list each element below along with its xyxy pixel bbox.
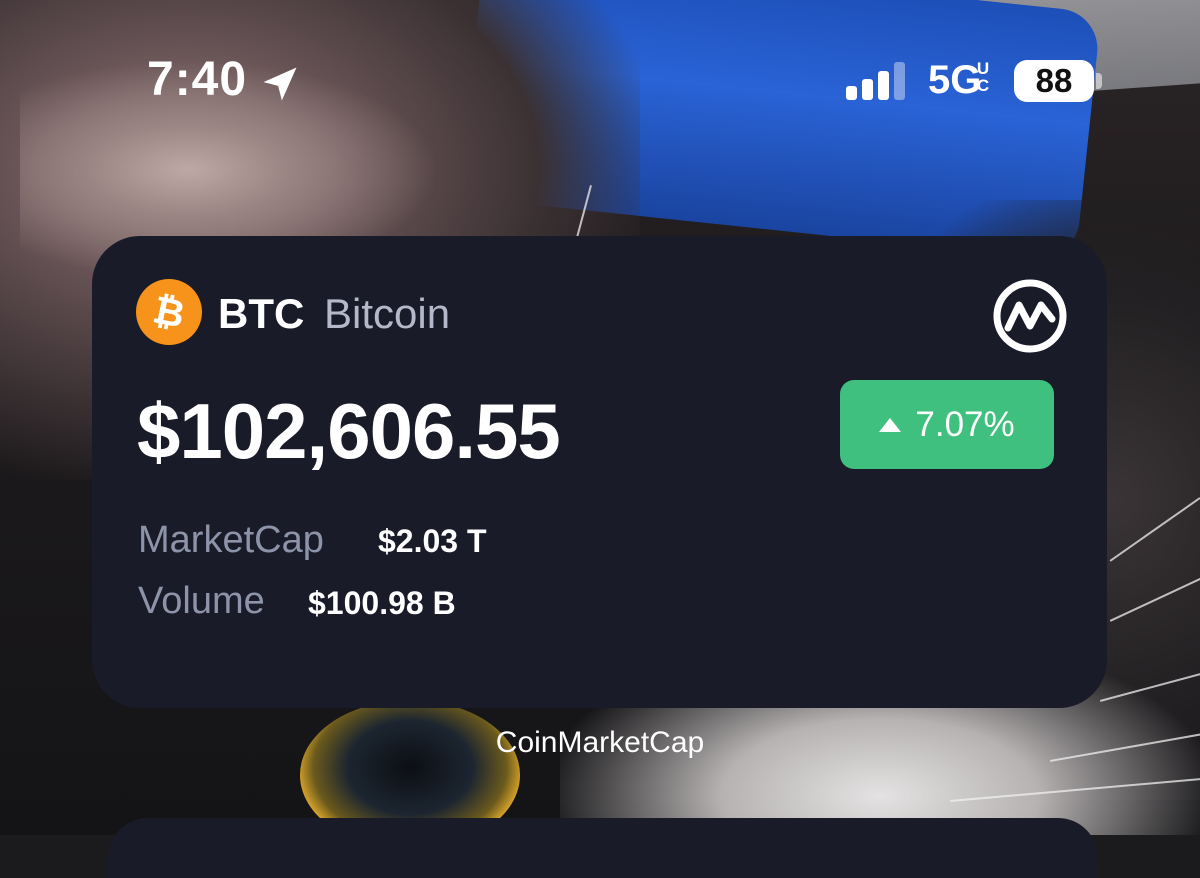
coin-name: Bitcoin [324, 290, 451, 337]
battery-tip [1096, 73, 1102, 89]
marketcap-label: MarketCap [138, 519, 324, 561]
bitcoin-logo-icon: ₿ [136, 279, 202, 345]
status-bar: 7:40 5G U C 88 [0, 0, 1200, 170]
network-suffix: U C [976, 59, 990, 95]
network-type: 5G [928, 58, 982, 102]
location-arrow-icon [263, 67, 297, 101]
triangle-up-icon [879, 417, 902, 432]
price-change-value: 7.07% [915, 404, 1015, 444]
coin-symbol: BTC [218, 290, 305, 337]
battery-level: 88 [1035, 62, 1073, 99]
price-change-badge: 7.07% [840, 380, 1054, 469]
status-time: 7:40 [147, 53, 248, 106]
cellular-signal-icon [846, 62, 905, 100]
volume-value: $100.98 B [308, 585, 456, 621]
battery-indicator: 88 [1014, 60, 1094, 102]
marketcap-value: $2.03 T [378, 523, 487, 559]
next-widget-edge[interactable] [108, 818, 1098, 878]
crypto-widget[interactable]: ₿ BTC Bitcoin $102,606.55 7.07% MarketCa… [92, 236, 1107, 708]
coinmarketcap-logo-icon [993, 279, 1067, 353]
coin-price: $102,606.55 [137, 387, 561, 475]
widget-caption: CoinMarketCap [495, 726, 705, 759]
volume-label: Volume [138, 580, 265, 622]
